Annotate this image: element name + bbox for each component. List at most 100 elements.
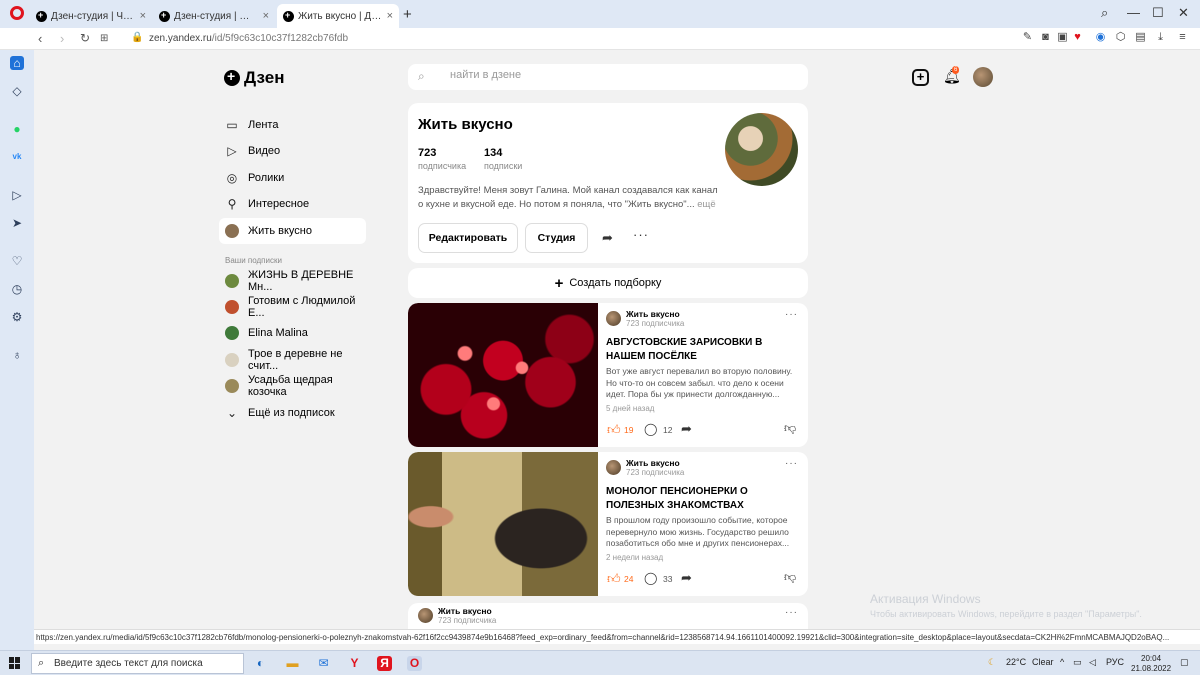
maximize-icon[interactable]: ☐: [1152, 5, 1164, 21]
close-window-icon[interactable]: ✕: [1178, 5, 1189, 21]
search-tabs-icon[interactable]: ⌕: [1101, 5, 1108, 21]
close-icon[interactable]: ×: [140, 10, 146, 22]
speed-dial-icon[interactable]: ⊞: [100, 33, 108, 44]
back-icon[interactable]: ‹: [38, 31, 42, 46]
vpn-icon[interactable]: ◉: [1095, 32, 1106, 43]
network-icon[interactable]: ▭: [1073, 657, 1082, 668]
settings-icon[interactable]: ⚙: [10, 310, 24, 324]
taskbar-search[interactable]: ⌕ Введите здесь текст для поиска: [31, 653, 244, 674]
search-box[interactable]: ⌕: [408, 64, 808, 90]
subscription-item[interactable]: Трое в деревне не счит...: [219, 347, 366, 373]
like-icon[interactable]: 👍︎: [607, 571, 621, 587]
post-menu-icon[interactable]: ···: [785, 607, 798, 618]
post-author[interactable]: Жить вкусно: [438, 606, 492, 616]
yandex-browser-icon[interactable]: Y: [347, 656, 362, 671]
share-icon[interactable]: ➦: [602, 230, 613, 246]
clock[interactable]: 20:04 21.08.2022: [1131, 654, 1171, 674]
home-icon[interactable]: ⌂: [10, 56, 24, 70]
post-card[interactable]: Жить вкусно 723 подписчика ···: [408, 603, 808, 630]
yandex-icon[interactable]: Я: [377, 656, 392, 671]
post-card[interactable]: Жить вкусно 723 подписчика ··· МОНОЛОГ П…: [408, 452, 808, 596]
more-options-icon[interactable]: ···: [633, 227, 649, 242]
wallet-icon[interactable]: ▤: [1135, 32, 1146, 43]
tab-channel[interactable]: Жить вкусно | Дзен ×: [277, 4, 399, 28]
heart-sidebar-icon[interactable]: ♡: [10, 254, 24, 268]
mail-icon[interactable]: ✉: [316, 656, 331, 671]
post-author[interactable]: Жить вкусно: [626, 458, 680, 468]
camera-icon[interactable]: ◙: [1040, 32, 1051, 43]
nav-item-feed[interactable]: ▭ Лента: [219, 112, 366, 138]
vk-icon[interactable]: vk: [10, 150, 24, 164]
nav-item-video[interactable]: ▷ Видео: [219, 138, 366, 164]
post-author[interactable]: Жить вкусно: [626, 309, 680, 319]
share-icon[interactable]: ➦: [681, 570, 692, 586]
share-icon[interactable]: ➦: [681, 421, 692, 437]
close-icon[interactable]: ×: [387, 10, 393, 22]
edge-icon[interactable]: ◐: [253, 656, 268, 671]
dislike-icon[interactable]: 👎︎: [784, 570, 796, 585]
new-tab-icon[interactable]: +: [403, 6, 412, 23]
windows-start-icon[interactable]: [9, 657, 21, 669]
subscription-item[interactable]: Elina Malina: [219, 320, 366, 346]
minimize-icon[interactable]: —: [1127, 5, 1140, 20]
notifications-bell-icon[interactable]: 🔔︎ 6: [943, 66, 961, 85]
nav-item-shorts[interactable]: ◎ Ролики: [219, 165, 366, 191]
subscription-item[interactable]: Готовим с Людмилой Е...: [219, 294, 366, 320]
weather-status[interactable]: Clear: [1032, 657, 1054, 667]
lightbulb-icon[interactable]: ♁: [10, 348, 24, 362]
opera-logo-icon[interactable]: [10, 6, 24, 20]
volume-icon[interactable]: ◁: [1089, 657, 1096, 668]
lock-icon[interactable]: 🔒: [131, 32, 143, 43]
post-title[interactable]: АВГУСТОВСКИЕ ЗАРИСОВКИ В НАШЕМ ПОСЁЛКЕ: [606, 336, 801, 363]
download-icon[interactable]: ⤓: [1155, 32, 1166, 43]
history-icon[interactable]: ◷: [10, 282, 24, 296]
file-explorer-icon[interactable]: ▬: [285, 656, 300, 671]
create-collection-button[interactable]: + Создать подборку: [408, 268, 808, 298]
notification-center-icon[interactable]: ▢: [1180, 657, 1189, 668]
extensions-icon[interactable]: ⬡: [1115, 32, 1126, 43]
subscription-item[interactable]: ЖИЗНЬ В ДЕРЕВНЕ Мн...: [219, 268, 366, 294]
post-image-woman[interactable]: [408, 452, 598, 596]
post-card[interactable]: Жить вкусно 723 подписчика ··· АВГУСТОВС…: [408, 303, 808, 447]
post-image-cherries[interactable]: [408, 303, 598, 447]
screenshot-icon[interactable]: ▣: [1057, 32, 1068, 43]
reload-icon[interactable]: ↻: [80, 31, 90, 45]
subscriptions-stat[interactable]: 134 подписки: [484, 147, 522, 171]
nav-item-my-channel[interactable]: Жить вкусно: [219, 217, 366, 244]
channel-title: Жить вкусно: [418, 116, 513, 133]
forward-icon[interactable]: ›: [60, 31, 64, 46]
post-menu-icon[interactable]: ···: [785, 458, 798, 469]
subscribers-stat[interactable]: 723 подписчика: [418, 147, 466, 171]
chevron-up-icon[interactable]: ^: [1060, 657, 1064, 667]
send-icon[interactable]: ➤: [10, 216, 24, 230]
player-icon[interactable]: ▷: [10, 188, 24, 202]
temperature[interactable]: 22°C: [1006, 657, 1026, 667]
studio-button[interactable]: Студия: [525, 223, 588, 253]
user-avatar[interactable]: [973, 67, 993, 87]
language-indicator[interactable]: РУС: [1106, 657, 1124, 667]
opera-taskbar-icon[interactable]: O: [407, 656, 422, 671]
post-menu-icon[interactable]: ···: [785, 309, 798, 320]
comment-icon[interactable]: ◯: [644, 571, 657, 585]
url-field[interactable]: zen.yandex.ru/id/5f9c63c10c37f1282cb76fd…: [149, 33, 348, 44]
heart-icon[interactable]: ♥: [1072, 32, 1083, 43]
comment-icon[interactable]: ◯: [644, 422, 657, 436]
more-link[interactable]: ещё: [697, 199, 715, 210]
tab-studio[interactable]: Дзен-студия | Жить вкусн ×: [153, 4, 275, 28]
zen-logo[interactable]: Дзен: [224, 68, 284, 88]
nav-item-interesting[interactable]: ⚲ Интересное: [219, 191, 366, 217]
more-subscriptions[interactable]: ⌄ Ещё из подписок: [219, 400, 366, 426]
close-icon[interactable]: ×: [263, 10, 269, 22]
post-title[interactable]: МОНОЛОГ ПЕНСИОНЕРКИ О ПОЛЕЗНЫХ ЗНАКОМСТВ…: [606, 485, 801, 512]
dislike-icon[interactable]: 👎︎: [784, 421, 796, 436]
subscription-item[interactable]: Усадьба щедрая козочка: [219, 373, 366, 399]
edit-icon[interactable]: ✎: [1022, 32, 1033, 43]
like-icon[interactable]: 👍︎: [607, 422, 621, 438]
create-post-icon[interactable]: +: [912, 69, 929, 86]
tab-draft[interactable]: Дзен-студия | Черновик | ×: [30, 4, 152, 28]
edit-button[interactable]: Редактировать: [418, 223, 518, 253]
search-input[interactable]: [450, 69, 790, 81]
menu-icon[interactable]: ≡: [1177, 32, 1188, 43]
whatsapp-icon[interactable]: ●: [10, 122, 24, 136]
bookmarks-icon[interactable]: ◇: [10, 84, 24, 98]
